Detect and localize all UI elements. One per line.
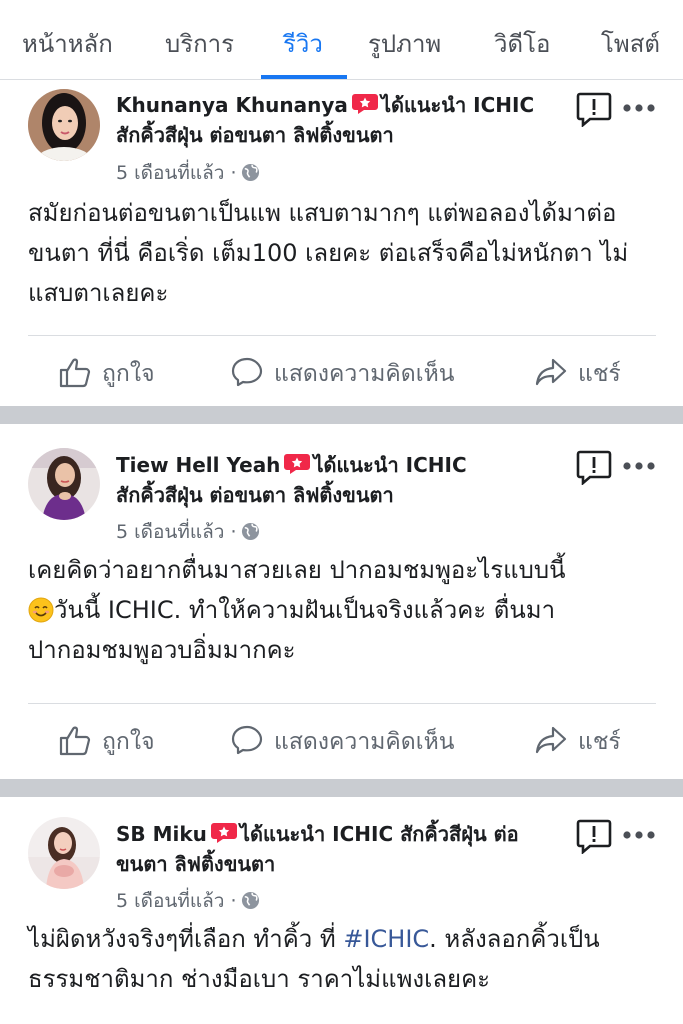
globe-icon — [241, 522, 259, 541]
recommend-label: ได้แนะนำ ICHIC — [380, 93, 535, 117]
comment-icon — [231, 357, 263, 387]
reviewer-name[interactable]: SB Miku — [116, 822, 207, 846]
tab-posts[interactable]: โพสต์ — [601, 24, 660, 63]
review-header: Tiew Hell Yeah ได้แนะนำ ICHIC สักคิ้วสีฝุ… — [116, 450, 566, 510]
review-text-line: เคยคิดว่าอยากตื่นมาสวยเลย ปากอมชมพูอะไรแ… — [28, 556, 566, 584]
reviewer-name[interactable]: Tiew Hell Yeah — [116, 453, 280, 477]
globe-icon — [241, 891, 259, 910]
review-text-line: วันนี้ ICHIC. ทำให้ความฝันเป็นจริงแล้วคะ… — [54, 596, 556, 624]
recommend-label: ได้แนะนำ ICHIC — [239, 822, 394, 846]
share-icon — [535, 358, 567, 386]
tab-photos[interactable]: รูปภาพ — [368, 24, 441, 63]
review-card: Tiew Hell Yeah ได้แนะนำ ICHIC สักคิ้วสีฝุ… — [0, 424, 683, 779]
like-button[interactable]: ถูกใจ — [58, 356, 155, 392]
comment-icon — [231, 725, 263, 755]
page-name-link[interactable]: สักคิ้วสีฝุ่น ต่อขนตา ลิฟติ้งขนตา — [116, 483, 394, 507]
page-name-link[interactable]: สักคิ้วสีฝุ่น ต่อขนตา ลิฟติ้งขนตา — [116, 123, 394, 147]
share-button[interactable]: แชร์ — [534, 724, 621, 760]
comment-label: แสดงความคิดเห็น — [274, 361, 455, 387]
reviewer-name[interactable]: Khunanya Khunanya — [116, 93, 348, 117]
share-button[interactable]: แชร์ — [534, 356, 621, 392]
report-icon[interactable] — [576, 449, 612, 485]
review-text-line: ปากอมชมพูอวบอิ่มมากคะ — [28, 636, 296, 664]
more-icon[interactable] — [622, 461, 656, 471]
tab-reviews[interactable]: รีวิว — [283, 24, 323, 63]
avatar[interactable] — [28, 89, 100, 161]
report-icon[interactable] — [576, 91, 612, 127]
avatar[interactable] — [28, 817, 100, 889]
comment-button[interactable]: แสดงความคิดเห็น — [230, 356, 454, 392]
thumbs-up-icon — [59, 358, 91, 388]
avatar[interactable] — [28, 448, 100, 520]
review-card: Khunanya Khunanya ได้แนะนำ ICHIC สักคิ้วส… — [0, 81, 683, 406]
share-label: แชร์ — [578, 361, 621, 387]
review-header: SB Miku ได้แนะนำ ICHIC สักคิ้วสีฝุ่น ต่อข… — [116, 819, 566, 879]
review-time: 5 เดือนที่แล้ว · — [116, 158, 260, 188]
review-card: SB Miku ได้แนะนำ ICHIC สักคิ้วสีฝุ่น ต่อข… — [0, 797, 683, 1024]
active-tab-indicator — [261, 75, 347, 79]
recommend-icon — [351, 94, 378, 114]
avatar-photo — [28, 817, 100, 889]
review-header: Khunanya Khunanya ได้แนะนำ ICHIC สักคิ้วส… — [116, 90, 566, 150]
more-icon[interactable] — [622, 830, 656, 840]
card-separator — [0, 406, 683, 424]
review-text: เคยคิดว่าอยากตื่นมาสวยเลย ปากอมชมพูอะไรแ… — [28, 550, 658, 670]
like-button[interactable]: ถูกใจ — [58, 724, 155, 760]
comment-label: แสดงความคิดเห็น — [274, 729, 455, 755]
time-label: 5 เดือนที่แล้ว · — [116, 162, 237, 184]
like-label: ถูกใจ — [102, 361, 155, 387]
smiling-face-emoji — [28, 597, 54, 623]
page-tabs: หน้าหลัก บริการ รีวิว รูปภาพ วิดีโอ โพสต… — [0, 0, 683, 80]
globe-icon — [241, 163, 259, 182]
hashtag-link[interactable]: #ICHIC — [343, 925, 429, 953]
report-icon[interactable] — [576, 818, 612, 854]
review-time: 5 เดือนที่แล้ว · — [116, 517, 260, 547]
divider — [28, 335, 656, 336]
share-icon — [535, 726, 567, 754]
tab-home[interactable]: หน้าหลัก — [22, 24, 113, 63]
divider — [28, 703, 656, 704]
avatar-photo — [28, 448, 100, 520]
thumbs-up-icon — [59, 726, 91, 756]
review-text: ไม่ผิดหวังจริงๆที่เลือก ทำคิ้ว ที่ #ICHI… — [28, 919, 658, 999]
avatar-photo — [28, 89, 100, 161]
like-label: ถูกใจ — [102, 729, 155, 755]
recommend-icon — [284, 454, 311, 474]
share-label: แชร์ — [578, 729, 621, 755]
recommend-icon — [210, 823, 237, 843]
review-text-part: ไม่ผิดหวังจริงๆที่เลือก ทำคิ้ว ที่ — [28, 925, 344, 953]
card-separator — [0, 779, 683, 797]
recommend-label: ได้แนะนำ ICHIC — [313, 453, 467, 477]
comment-button[interactable]: แสดงความคิดเห็น — [230, 724, 454, 760]
tab-services[interactable]: บริการ — [165, 24, 234, 63]
time-label: 5 เดือนที่แล้ว · — [116, 521, 237, 543]
time-label: 5 เดือนที่แล้ว · — [116, 890, 237, 912]
more-icon[interactable] — [622, 103, 656, 113]
tab-videos[interactable]: วิดีโอ — [494, 24, 550, 63]
review-text: สมัยก่อนต่อขนตาเป็นแพ แสบตามากๆ แต่พอลอง… — [28, 199, 629, 307]
review-time: 5 เดือนที่แล้ว · — [116, 886, 260, 916]
